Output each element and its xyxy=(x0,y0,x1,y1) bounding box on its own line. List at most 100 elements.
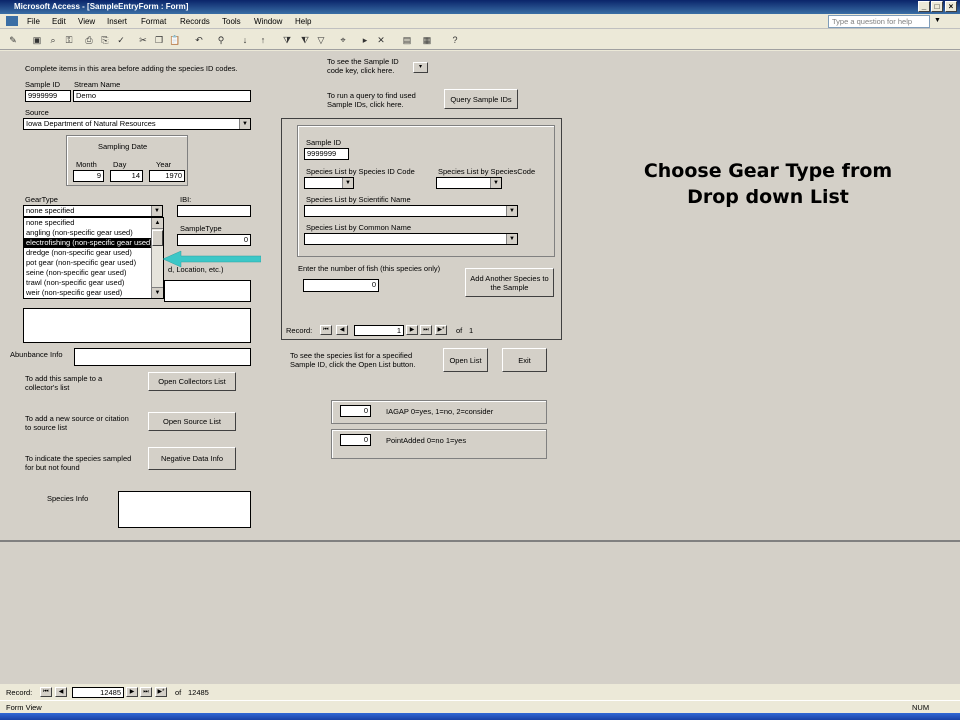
ibi-field[interactable] xyxy=(177,205,251,217)
geartype-combo[interactable]: none specified ▼ xyxy=(23,205,163,217)
chevron-down-icon[interactable]: ▼ xyxy=(506,234,517,244)
gear-option[interactable]: weir (non-specific gear used) xyxy=(24,288,163,298)
year-field[interactable]: 1970 xyxy=(149,170,185,182)
scroll-thumb[interactable] xyxy=(152,230,163,246)
abundance-field[interactable] xyxy=(74,348,251,366)
help-dropdown-icon[interactable]: ▼ xyxy=(934,17,941,24)
next-record-icon[interactable]: ▶ xyxy=(406,325,418,335)
code-key-button[interactable]: ▾ xyxy=(413,62,428,73)
record-number-field[interactable]: 12485 xyxy=(72,687,124,698)
stream-name-field[interactable]: Demo xyxy=(73,90,251,102)
day-field[interactable]: 14 xyxy=(110,170,143,182)
by-scientific-combo[interactable]: ▼ xyxy=(304,205,518,217)
iagap-field[interactable]: 0 xyxy=(340,405,371,417)
gear-option[interactable]: trawl (non-specific gear used) xyxy=(24,278,163,288)
gear-option[interactable]: none specified xyxy=(24,218,163,228)
delete-record-icon[interactable]: ✕ xyxy=(374,33,388,47)
month-field[interactable]: 9 xyxy=(73,170,104,182)
previous-record-icon[interactable]: ◀ xyxy=(336,325,348,335)
menu-view[interactable]: View xyxy=(78,17,95,26)
close-button[interactable]: × xyxy=(945,1,957,12)
print-preview-icon[interactable]: ⎘ xyxy=(98,33,112,47)
menu-window[interactable]: Window xyxy=(254,17,282,26)
gear-option[interactable]: pot gear (non-specific gear used) xyxy=(24,258,163,268)
find-icon[interactable]: ⌖ xyxy=(336,33,350,47)
sort-descending-icon[interactable]: ↑ xyxy=(256,33,270,47)
view-icon[interactable]: ✎ xyxy=(6,33,20,47)
sampletype-field[interactable]: 0 xyxy=(177,234,251,246)
gear-list-scrollbar[interactable]: ▲ ▼ xyxy=(151,218,163,298)
species-info-field[interactable] xyxy=(118,491,251,528)
sub-record-number-field[interactable]: 1 xyxy=(354,325,404,336)
undo-icon[interactable]: ↶ xyxy=(192,33,206,47)
gear-option[interactable]: seine (non-specific gear used) xyxy=(24,268,163,278)
gear-option[interactable]: dredge (non-specific gear used) xyxy=(24,248,163,258)
open-collectors-list-button[interactable]: Open Collectors List xyxy=(148,372,236,391)
next-record-icon[interactable]: ▶ xyxy=(126,687,138,697)
search-icon[interactable]: ⌕ xyxy=(46,33,60,47)
maximize-button[interactable]: □ xyxy=(931,1,943,12)
menu-file[interactable]: File xyxy=(27,17,40,26)
menu-help[interactable]: Help xyxy=(295,17,311,26)
new-record-icon[interactable]: ▸ xyxy=(358,33,372,47)
sampling-date-label: Sampling Date xyxy=(98,142,148,151)
minimize-button[interactable]: _ xyxy=(918,1,930,12)
chevron-down-icon[interactable]: ▼ xyxy=(239,119,250,129)
save-icon[interactable]: ▣ xyxy=(30,33,44,47)
new-record-nav-icon[interactable]: ▶* xyxy=(155,687,167,697)
apply-filter-icon[interactable]: ▽ xyxy=(314,33,328,47)
pointadded-label: PointAdded 0=no 1=yes xyxy=(386,436,467,445)
first-record-icon[interactable]: ⏮ xyxy=(320,325,332,335)
query-sample-ids-button[interactable]: Query Sample IDs xyxy=(444,89,518,109)
scroll-down-icon[interactable]: ▼ xyxy=(152,287,163,298)
by-species-id-combo[interactable]: ▼ xyxy=(304,177,354,189)
open-list-button[interactable]: Open List xyxy=(443,348,488,372)
chevron-down-icon[interactable]: ▼ xyxy=(506,206,517,216)
exit-button[interactable]: Exit xyxy=(502,348,547,372)
new-record-nav-icon[interactable]: ▶* xyxy=(435,325,447,335)
sub-sample-id-field[interactable]: 9999999 xyxy=(304,148,349,160)
menu-format[interactable]: Format xyxy=(141,17,166,26)
properties-icon[interactable]: ▤ xyxy=(400,33,414,47)
by-species-code-combo[interactable]: ▼ xyxy=(436,177,502,189)
location-field[interactable] xyxy=(164,280,251,302)
filter-by-form-icon[interactable]: ⧨ xyxy=(298,33,312,47)
menu-edit[interactable]: Edit xyxy=(52,17,66,26)
form-icon[interactable] xyxy=(6,16,18,26)
source-combo[interactable]: Iowa Department of Natural Resources ▼ xyxy=(23,118,251,130)
cut-icon[interactable]: ✂ xyxy=(136,33,150,47)
gear-option-selected[interactable]: electrofishing (non-specific gear used) xyxy=(24,238,163,248)
chevron-down-icon[interactable]: ▼ xyxy=(490,178,501,188)
copy-icon[interactable]: ❐ xyxy=(152,33,166,47)
last-record-icon[interactable]: ⏭ xyxy=(420,325,432,335)
hyperlink-icon[interactable]: ⚲ xyxy=(214,33,228,47)
first-record-icon[interactable]: ⏮ xyxy=(40,687,52,697)
help-search-input[interactable]: Type a question for help xyxy=(828,15,930,28)
menu-tools[interactable]: Tools xyxy=(222,17,241,26)
scroll-up-icon[interactable]: ▲ xyxy=(152,218,163,229)
collectors-text: To add this sample to a collector's list xyxy=(25,374,103,392)
gear-option[interactable]: angling (non-specific gear used) xyxy=(24,228,163,238)
by-common-combo[interactable]: ▼ xyxy=(304,233,518,245)
spelling-icon[interactable]: ✓ xyxy=(114,33,128,47)
add-another-species-button[interactable]: Add Another Species to the Sample xyxy=(465,268,554,297)
permissions-icon[interactable]: ⚿ xyxy=(62,33,76,47)
menu-insert[interactable]: Insert xyxy=(107,17,127,26)
pointadded-field[interactable]: 0 xyxy=(340,434,371,446)
chevron-down-icon[interactable]: ▼ xyxy=(342,178,353,188)
filter-by-selection-icon[interactable]: ⧩ xyxy=(280,33,294,47)
open-source-list-button[interactable]: Open Source List xyxy=(148,412,236,431)
new-object-icon[interactable]: ▦ xyxy=(420,33,434,47)
fish-count-field[interactable]: 0 xyxy=(303,279,379,292)
paste-icon[interactable]: 📋 xyxy=(168,33,182,47)
sample-id-field[interactable]: 9999999 xyxy=(25,90,71,102)
print-icon[interactable]: ⎙ xyxy=(82,33,96,47)
help-icon[interactable]: ? xyxy=(448,33,462,47)
menu-records[interactable]: Records xyxy=(180,17,210,26)
comments-field[interactable] xyxy=(23,308,251,343)
chevron-down-icon[interactable]: ▼ xyxy=(151,206,162,216)
sort-ascending-icon[interactable]: ↓ xyxy=(238,33,252,47)
negative-data-info-button[interactable]: Negative Data Info xyxy=(148,447,236,470)
last-record-icon[interactable]: ⏭ xyxy=(140,687,152,697)
previous-record-icon[interactable]: ◀ xyxy=(55,687,67,697)
